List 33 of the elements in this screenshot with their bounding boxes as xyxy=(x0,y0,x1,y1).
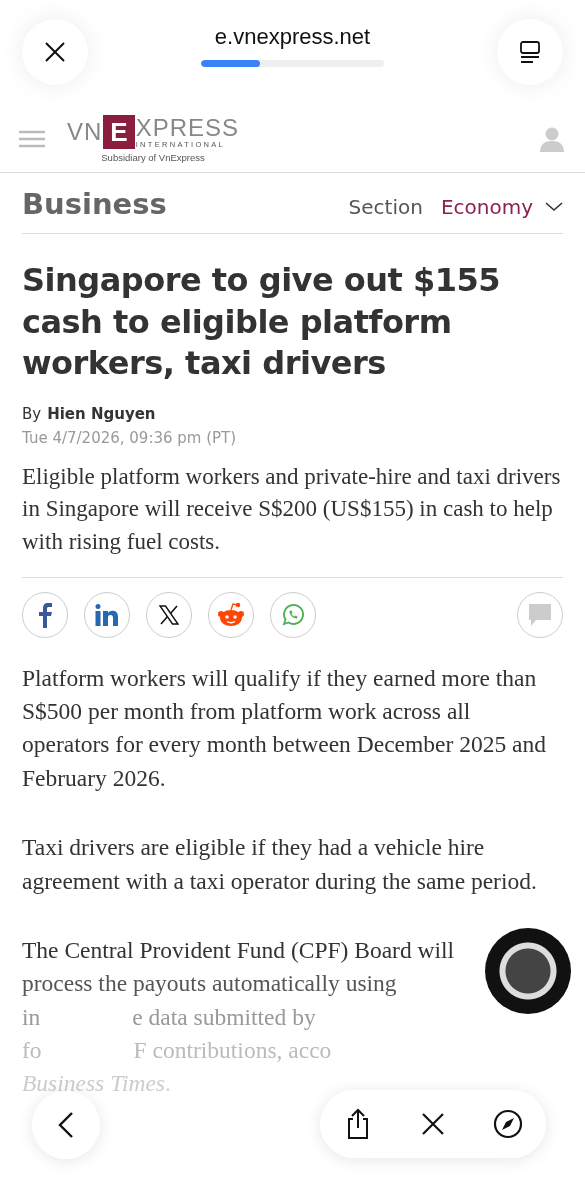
compass-icon xyxy=(493,1109,524,1139)
logo-letter: E xyxy=(103,114,135,150)
back-icon xyxy=(58,1111,74,1139)
logo-text: VN xyxy=(67,120,103,144)
byline-label: By xyxy=(22,404,42,423)
article-text: F contributions, acco xyxy=(133,1036,332,1065)
logo-text: XPRESS xyxy=(135,115,240,140)
close-icon xyxy=(421,1112,445,1136)
article-text: process the payouts automatically using xyxy=(22,969,397,999)
whatsapp-icon xyxy=(281,602,305,627)
category-title[interactable]: Business xyxy=(22,187,167,221)
x-icon xyxy=(159,604,179,625)
article-text: e data submitted by xyxy=(132,1002,316,1032)
article-paragraph: Platform workers will qualify if they earned more than S$500 per month from platform work across all operators for every month between December 2025 and February 2026. xyxy=(22,663,547,793)
reddit-icon xyxy=(217,601,245,628)
facebook-icon xyxy=(37,601,53,628)
section-dropdown[interactable]: Economy xyxy=(440,195,563,219)
page-address[interactable]: e.vnexpress.net xyxy=(214,23,371,50)
logo-tagline: Subsidiary of VnExpress xyxy=(101,152,205,164)
chevron-down-icon xyxy=(545,202,563,212)
article-text: fo xyxy=(22,1036,42,1065)
linkedin-icon xyxy=(95,603,119,626)
publish-date: Tue 4/7/2026, 09:36 pm (PT) xyxy=(22,428,238,447)
author-name[interactable]: Hien Nguyen xyxy=(47,404,156,423)
article-paragraph: Taxi drivers are eligible if they had a vehicle hire agreement with a taxi operator during the same period. xyxy=(22,833,538,896)
article-lead: Eligible platform workers and private-hire and taxi drivers in Singapore will receive S$200 (US$155) in cash to help with rising fuel costs. xyxy=(22,460,563,578)
close-icon xyxy=(43,40,67,64)
tabs-icon xyxy=(519,40,541,64)
article-headline: Singapore to give out $155 cash to eligible platform workers, taxi drivers xyxy=(22,260,502,385)
article-text: The Central Provident Fund (CPF) Board will xyxy=(22,935,455,965)
section-label: Section xyxy=(348,195,423,219)
comment-icon xyxy=(528,602,552,627)
article-text: in xyxy=(22,1002,41,1032)
